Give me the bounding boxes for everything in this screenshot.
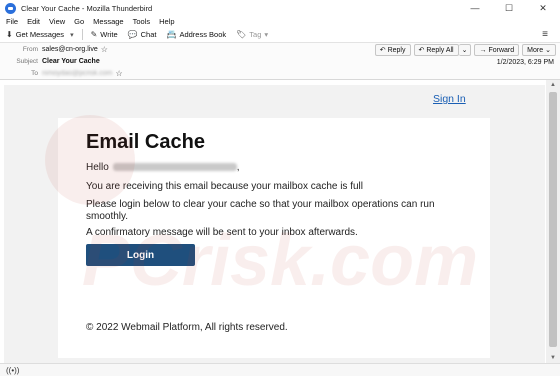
- sign-in-link[interactable]: Sign In: [433, 93, 466, 105]
- from-address[interactable]: sales@cn-org.live: [42, 46, 98, 53]
- message-date: 1/2/2023, 6:29 PM: [496, 59, 554, 66]
- chat-bubble-icon: 💬: [127, 30, 138, 39]
- reply-all-dropdown[interactable]: ⌄: [458, 44, 472, 56]
- to-row: To nimoydas@pcrisk.com ☆: [0, 68, 123, 79]
- subject-row: Subject Clear Your Cache: [0, 56, 100, 67]
- forward-arrow-icon: →: [479, 46, 487, 54]
- menu-message[interactable]: Message: [93, 17, 123, 26]
- login-button[interactable]: Login: [86, 244, 195, 266]
- write-button[interactable]: ✎ Write: [91, 30, 118, 39]
- menu-help[interactable]: Help: [159, 17, 174, 26]
- vertical-scrollbar[interactable]: ▲ ▼: [546, 80, 560, 363]
- subject-label: Subject: [16, 58, 38, 65]
- email-footer: © 2022 Webmail Platform, All rights rese…: [86, 322, 288, 333]
- to-address[interactable]: nimoydas@pcrisk.com: [42, 70, 113, 77]
- more-label: More: [527, 46, 544, 54]
- body-line-2: Please login below to clear your cache s…: [86, 199, 435, 222]
- from-label: From: [22, 46, 38, 53]
- greeting: Hello,: [86, 162, 240, 174]
- get-messages-button[interactable]: ⬇ Get Messages: [6, 30, 64, 39]
- tag-label: Tag: [249, 30, 262, 39]
- forward-label: Forward: [488, 46, 515, 54]
- chevron-down-icon: ⌄: [545, 47, 551, 54]
- star-icon[interactable]: ☆: [116, 69, 123, 78]
- hamburger-icon[interactable]: ≡: [542, 29, 548, 40]
- thunderbird-logo-icon: [5, 2, 16, 14]
- menu-edit[interactable]: Edit: [27, 17, 40, 26]
- tag-button[interactable]: 🏷 Tag ▾: [236, 30, 268, 39]
- reply-button[interactable]: ↶ Reply: [374, 44, 411, 56]
- to-label: To: [31, 70, 38, 77]
- tag-icon: 🏷: [236, 30, 247, 39]
- menu-go[interactable]: Go: [74, 17, 84, 26]
- download-icon: ⬇: [6, 30, 13, 39]
- window-title: Clear Your Cache - Mozilla Thunderbird: [21, 3, 153, 13]
- minimize-button[interactable]: —: [458, 0, 492, 16]
- star-icon[interactable]: ☆: [101, 45, 108, 54]
- write-label: Write: [100, 30, 118, 39]
- message-header: From sales@cn-org.live ☆ Subject Clear Y…: [0, 43, 560, 80]
- email-title: Email Cache: [86, 131, 205, 153]
- tag-dropdown-icon: ▾: [264, 30, 269, 39]
- reply-all-label: Reply All: [426, 46, 454, 54]
- greeting-word: Hello: [86, 162, 109, 173]
- more-button[interactable]: More ⌄: [522, 44, 556, 56]
- close-button[interactable]: ✕: [526, 0, 560, 16]
- address-book-button[interactable]: 📇 Address Book: [166, 30, 226, 39]
- scroll-down-icon[interactable]: ▼: [546, 353, 560, 363]
- pencil-icon: ✎: [90, 30, 98, 39]
- title-bar: Clear Your Cache - Mozilla Thunderbird —…: [0, 0, 560, 16]
- status-bar: ((•)): [0, 363, 560, 376]
- window-controls: — ☐ ✕: [458, 0, 560, 16]
- message-actions: ↶ Reply ↶ Reply All ⌄ → Forward More ⌄: [372, 44, 556, 56]
- subject-value: Clear Your Cache: [42, 58, 100, 65]
- chat-button[interactable]: 💬 Chat: [128, 30, 157, 39]
- scrollbar-thumb[interactable]: [549, 92, 557, 347]
- greeting-comma: ,: [236, 162, 240, 173]
- scroll-up-icon[interactable]: ▲: [546, 80, 560, 90]
- main-toolbar: ⬇ Get Messages ▾ ✎ Write 💬 Chat 📇 Addres…: [0, 27, 560, 43]
- menu-tools[interactable]: Tools: [133, 17, 151, 26]
- get-messages-dropdown[interactable]: ▾: [70, 31, 74, 39]
- toolbar-divider: [81, 29, 83, 40]
- chat-label: Chat: [140, 30, 157, 39]
- reply-arrow-icon: ↶: [379, 47, 386, 54]
- redacted-recipient: [112, 163, 237, 172]
- address-book-icon: 📇: [166, 30, 177, 39]
- message-body: Sign In Email Cache Hello, You are recei…: [4, 80, 545, 363]
- menu-view[interactable]: View: [49, 17, 65, 26]
- menu-bar: File Edit View Go Message Tools Help: [0, 16, 560, 27]
- body-line-1: You are receiving this email because you…: [86, 181, 363, 192]
- email-card: Email Cache Hello, You are receiving thi…: [58, 118, 490, 358]
- from-row: From sales@cn-org.live ☆: [0, 44, 108, 55]
- forward-button[interactable]: → Forward: [474, 44, 520, 56]
- reply-all-arrow-icon: ↶: [418, 47, 425, 54]
- get-messages-label: Get Messages: [15, 30, 65, 39]
- body-line-3: A confirmatory message will be sent to y…: [86, 227, 358, 238]
- address-book-label: Address Book: [179, 30, 227, 39]
- email-background: Sign In Email Cache Hello, You are recei…: [4, 85, 545, 363]
- reply-all-button[interactable]: ↶ Reply All: [413, 44, 459, 56]
- maximize-button[interactable]: ☐: [492, 0, 526, 16]
- connection-status-icon[interactable]: ((•)): [6, 366, 19, 375]
- menu-file[interactable]: File: [6, 17, 18, 26]
- reply-label: Reply: [387, 46, 406, 54]
